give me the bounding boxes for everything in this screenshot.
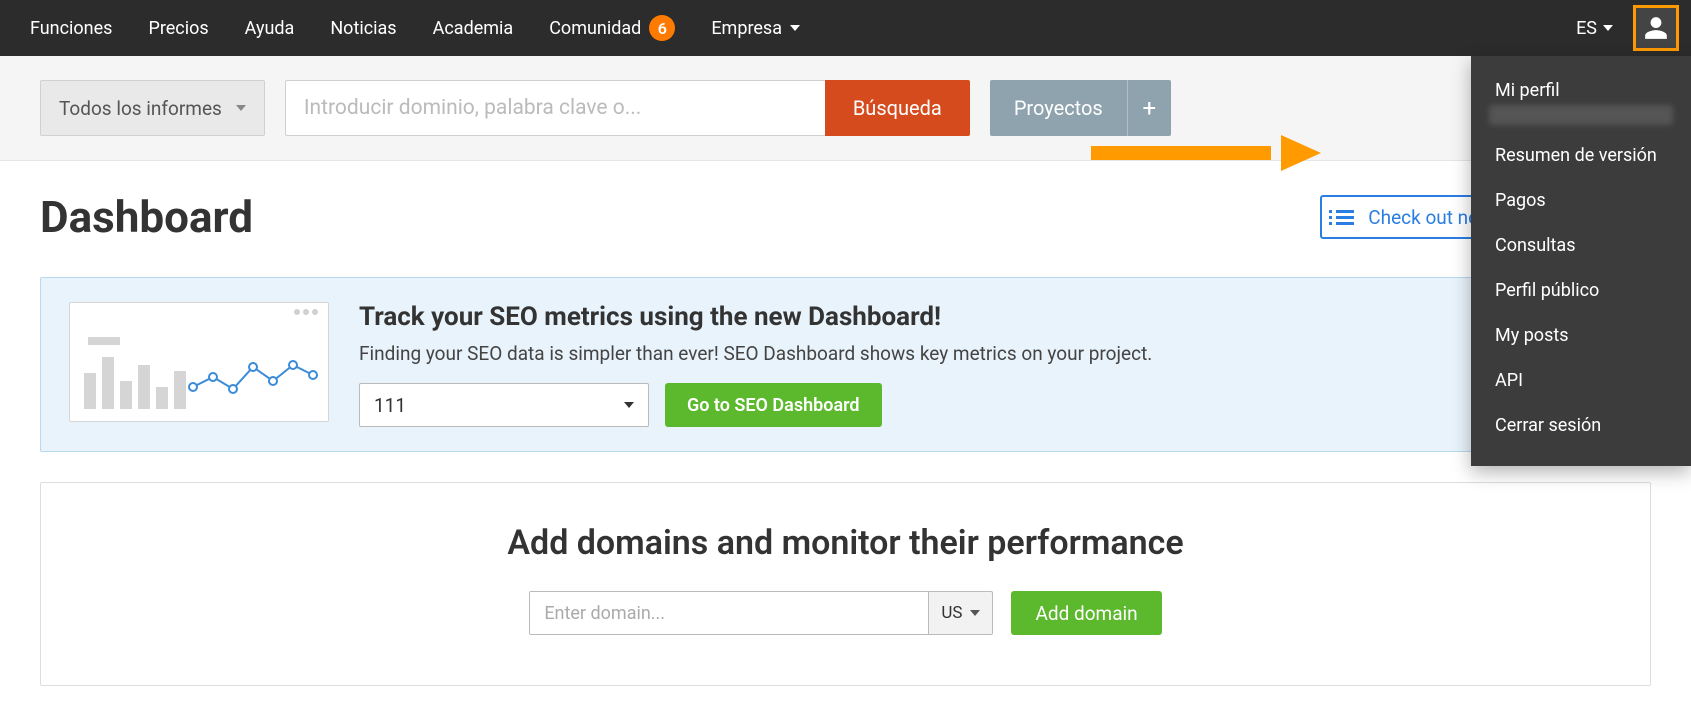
region-dropdown[interactable]: US (929, 591, 993, 635)
domain-input[interactable] (529, 591, 929, 635)
user-icon (1643, 15, 1669, 41)
caret-down-icon (790, 25, 800, 31)
dd-api[interactable]: API (1471, 358, 1691, 403)
sparkline-icon (188, 347, 318, 407)
list-icon (1336, 210, 1354, 225)
reports-dropdown[interactable]: Todos los informes (40, 80, 265, 136)
nav-noticias[interactable]: Noticias (312, 0, 414, 56)
promo-heading: Track your SEO metrics using the new Das… (359, 302, 1152, 332)
plus-icon: + (1142, 94, 1156, 122)
seo-dashboard-promo: Track your SEO metrics using the new Das… (40, 277, 1651, 452)
user-dropdown: Mi perfil Resumen de versión Pagos Consu… (1471, 56, 1691, 466)
dd-cerrar-sesion[interactable]: Cerrar sesión (1471, 403, 1691, 448)
dd-resumen-version[interactable]: Resumen de versión (1471, 133, 1691, 178)
nav-comunidad[interactable]: Comunidad 6 (531, 0, 693, 56)
promo-subtext: Finding your SEO data is simpler than ev… (359, 342, 1152, 365)
user-email-redacted (1489, 105, 1673, 125)
projects-button[interactable]: Proyectos (990, 80, 1127, 136)
nav-funciones[interactable]: Funciones (12, 0, 130, 56)
caret-down-icon (1603, 25, 1613, 31)
community-badge: 6 (649, 15, 675, 41)
add-domain-button[interactable]: Add domain (1011, 591, 1161, 635)
dd-mi-perfil[interactable]: Mi perfil (1471, 68, 1691, 105)
dd-my-posts[interactable]: My posts (1471, 313, 1691, 358)
go-to-dashboard-button[interactable]: Go to SEO Dashboard (665, 383, 882, 427)
chevron-down-icon (624, 402, 634, 408)
nav-ayuda[interactable]: Ayuda (227, 0, 313, 56)
user-avatar-button[interactable] (1633, 5, 1679, 51)
add-project-button[interactable]: + (1127, 80, 1171, 136)
page-title: Dashboard (40, 191, 253, 243)
chevron-down-icon (236, 105, 246, 111)
promo-illustration (69, 302, 329, 422)
top-nav: Funciones Precios Ayuda Noticias Academi… (0, 0, 1691, 56)
dd-perfil-publico[interactable]: Perfil público (1471, 268, 1691, 313)
search-input[interactable] (285, 80, 825, 136)
nav-precios[interactable]: Precios (130, 0, 226, 56)
dd-consultas[interactable]: Consultas (1471, 223, 1691, 268)
project-select[interactable]: 111 (359, 383, 649, 427)
search-button[interactable]: Búsqueda (825, 80, 970, 136)
add-domain-card: Add domains and monitor their performanc… (40, 482, 1651, 686)
language-switcher[interactable]: ES (1562, 18, 1627, 39)
add-domain-heading: Add domains and monitor their performanc… (69, 523, 1622, 563)
search-bar-row: Todos los informes Búsqueda Proyectos + (0, 56, 1691, 161)
nav-empresa[interactable]: Empresa (693, 0, 818, 56)
main-content: Dashboard Check out new SEO Dashboard Tr… (0, 161, 1691, 716)
nav-academia[interactable]: Academia (415, 0, 532, 56)
dd-pagos[interactable]: Pagos (1471, 178, 1691, 223)
chevron-down-icon (970, 610, 980, 616)
